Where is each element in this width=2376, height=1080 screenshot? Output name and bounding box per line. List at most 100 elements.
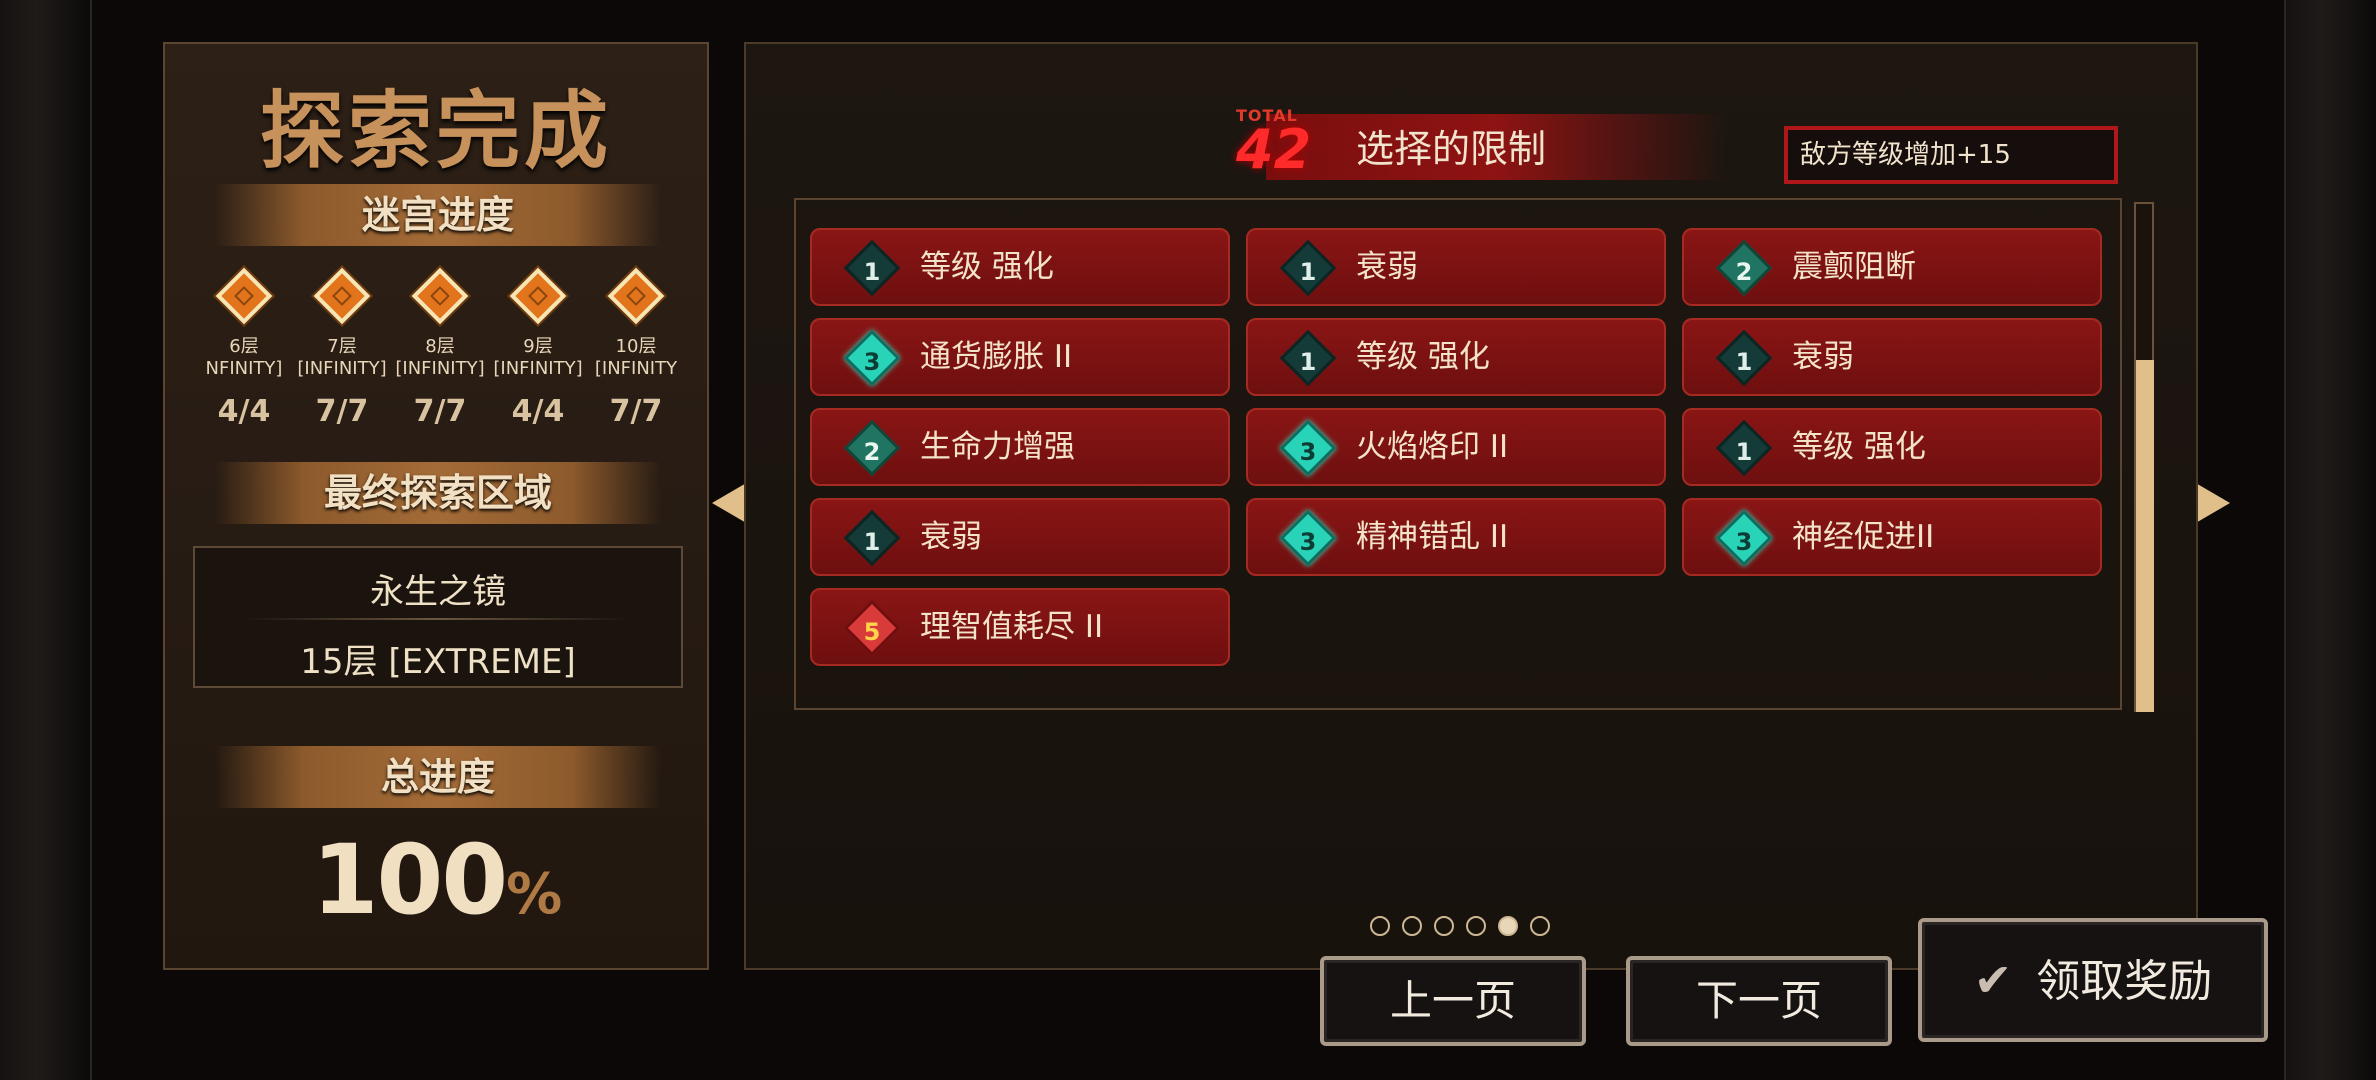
restriction-item[interactable]: 2 生命力增强 <box>810 408 1230 486</box>
floor-seal-icon <box>215 267 273 325</box>
restriction-label: 衰弱 <box>1792 339 1854 375</box>
total-progress-number: 100 <box>311 824 508 936</box>
panel-title: 探索完成 <box>259 82 612 180</box>
restriction-label: 火焰烙印 II <box>1356 429 1509 465</box>
scrollbar-thumb[interactable] <box>2136 360 2154 712</box>
level-diamond-icon: 1 <box>1279 239 1337 297</box>
page-dot <box>1402 916 1422 936</box>
floor-count: 4/4 <box>511 394 565 429</box>
restriction-item[interactable]: 2 震颤阻断 <box>1682 228 2102 306</box>
page-dot <box>1434 916 1454 936</box>
level-diamond-icon: 1 <box>1715 419 1773 477</box>
level-diamond-icon: 1 <box>1279 329 1337 387</box>
restriction-item[interactable]: 1 衰弱 <box>810 498 1230 576</box>
restriction-level: 3 <box>1735 528 1753 557</box>
level-diamond-icon: 1 <box>843 509 901 567</box>
restriction-item[interactable]: 3 精神错乱 II <box>1246 498 1666 576</box>
floor-mode: NFINITY] <box>205 358 283 379</box>
floor-seal-icon <box>313 267 371 325</box>
final-area-header: 最终探索区域 <box>215 462 661 524</box>
total-value: 42 <box>1236 118 1312 181</box>
floor-count: 7/7 <box>609 394 663 429</box>
level-diamond-icon: 3 <box>1715 509 1773 567</box>
restriction-label: 生命力增强 <box>920 429 1075 465</box>
restriction-item[interactable]: 1 等级 强化 <box>1246 318 1666 396</box>
page-dot <box>1498 916 1518 936</box>
level-diamond-icon: 3 <box>1279 509 1337 567</box>
restriction-label: 等级 强化 <box>920 249 1054 285</box>
floor-count: 4/4 <box>217 394 271 429</box>
restriction-label: 精神错乱 II <box>1356 519 1509 555</box>
restriction-item[interactable]: 5 理智值耗尽 II <box>810 588 1230 666</box>
level-diamond-icon: 1 <box>843 239 901 297</box>
floor-item: 6层 NFINITY] 4/4 <box>195 264 293 429</box>
restriction-level: 1 <box>1735 438 1753 467</box>
floor-item: 8层 [INFINITY] 7/7 <box>391 264 489 429</box>
restriction-label: 等级 强化 <box>1792 429 1926 465</box>
restriction-level: 1 <box>863 528 881 557</box>
floor-mode: [INFINITY] <box>395 358 485 379</box>
previous-page-button[interactable]: 上一页 <box>1320 956 1586 1046</box>
total-progress-value: 100% <box>165 824 707 936</box>
claim-reward-button[interactable]: ✔ 领取奖励 <box>1918 918 2268 1042</box>
restriction-item[interactable]: 1 衰弱 <box>1246 228 1666 306</box>
check-icon: ✔ <box>1973 953 2013 1007</box>
claim-reward-label: 领取奖励 <box>2036 956 2213 1007</box>
floor-item: 9层 [INFINITY] 4/4 <box>489 264 587 429</box>
page-indicator <box>1370 916 1550 936</box>
page-dot <box>1466 916 1486 936</box>
total-progress-header: 总进度 <box>215 746 661 808</box>
restriction-list[interactable]: 1 等级 强化 1 衰弱 2 震颤阻断 3 通货膨胀 II 1 等级 强化 1 衰弱 2 生命力增强 3 火焰… <box>794 198 2122 710</box>
right-frame-edge <box>2284 0 2376 1080</box>
level-diamond-icon: 3 <box>1279 419 1337 477</box>
restriction-level: 3 <box>1299 438 1317 467</box>
restriction-level: 1 <box>1299 258 1317 287</box>
restriction-label: 等级 强化 <box>1356 339 1490 375</box>
restriction-label: 衰弱 <box>920 519 982 555</box>
restriction-level: 1 <box>863 258 881 287</box>
floor-item: 10层 [INFINITY 7/7 <box>587 264 685 429</box>
next-page-button[interactable]: 下一页 <box>1626 956 1892 1046</box>
maze-progress-header: 迷宫进度 <box>215 184 661 246</box>
floor-seal-icon <box>411 267 469 325</box>
floor-item: 7层 [INFINITY] 7/7 <box>293 264 391 429</box>
final-area-name: 永生之镜 <box>370 572 506 612</box>
restriction-label: 通货膨胀 II <box>920 339 1073 375</box>
floor-seal-icon <box>607 267 665 325</box>
restriction-label: 神经促进II <box>1792 519 1935 555</box>
final-area-floor: 15层 [EXTREME] <box>300 642 576 682</box>
restriction-item[interactable]: 3 通货膨胀 II <box>810 318 1230 396</box>
restrictions-panel: TOTAL 42 选择的限制 敌方等级增加+15 1 等级 强化 1 衰弱 2 震颤阻断 3… <box>744 42 2198 970</box>
restrictions-title: 选择的限制 <box>1356 127 1547 171</box>
level-diamond-icon: 1 <box>1715 329 1773 387</box>
level-diamond-icon: 3 <box>843 329 901 387</box>
restriction-item[interactable]: 1 等级 强化 <box>810 228 1230 306</box>
restriction-item[interactable]: 1 等级 强化 <box>1682 408 2102 486</box>
restriction-tooltip: 敌方等级增加+15 <box>1784 126 2118 184</box>
level-diamond-icon: 5 <box>843 599 901 657</box>
page-dot <box>1530 916 1550 936</box>
page-dot <box>1370 916 1390 936</box>
floor-mode: [INFINITY <box>594 358 678 379</box>
restriction-item[interactable]: 1 衰弱 <box>1682 318 2102 396</box>
restriction-label: 衰弱 <box>1356 249 1418 285</box>
restriction-level: 3 <box>1299 528 1317 557</box>
restriction-level: 5 <box>863 618 881 647</box>
restriction-item[interactable]: 3 火焰烙印 II <box>1246 408 1666 486</box>
floor-mode: [INFINITY] <box>297 358 387 379</box>
level-diamond-icon: 2 <box>1715 239 1773 297</box>
area-divider <box>245 618 631 620</box>
floor-count: 7/7 <box>315 394 369 429</box>
floor-name: 8层 <box>425 336 455 357</box>
floor-name: 9层 <box>523 336 553 357</box>
restriction-label: 理智值耗尽 II <box>920 609 1104 645</box>
final-area-box: 永生之镜 15层 [EXTREME] <box>193 546 683 688</box>
floor-count: 7/7 <box>413 394 467 429</box>
restriction-level: 2 <box>863 438 881 467</box>
level-diamond-icon: 2 <box>843 419 901 477</box>
restriction-level: 2 <box>1735 258 1753 287</box>
restriction-level: 1 <box>1735 348 1753 377</box>
restriction-item[interactable]: 3 神经促进II <box>1682 498 2102 576</box>
floor-name: 7层 <box>327 336 357 357</box>
exploration-summary-panel: 探索完成 迷宫进度 6层 NFINITY] 4/4 7层 [INFINITY] … <box>163 42 709 970</box>
